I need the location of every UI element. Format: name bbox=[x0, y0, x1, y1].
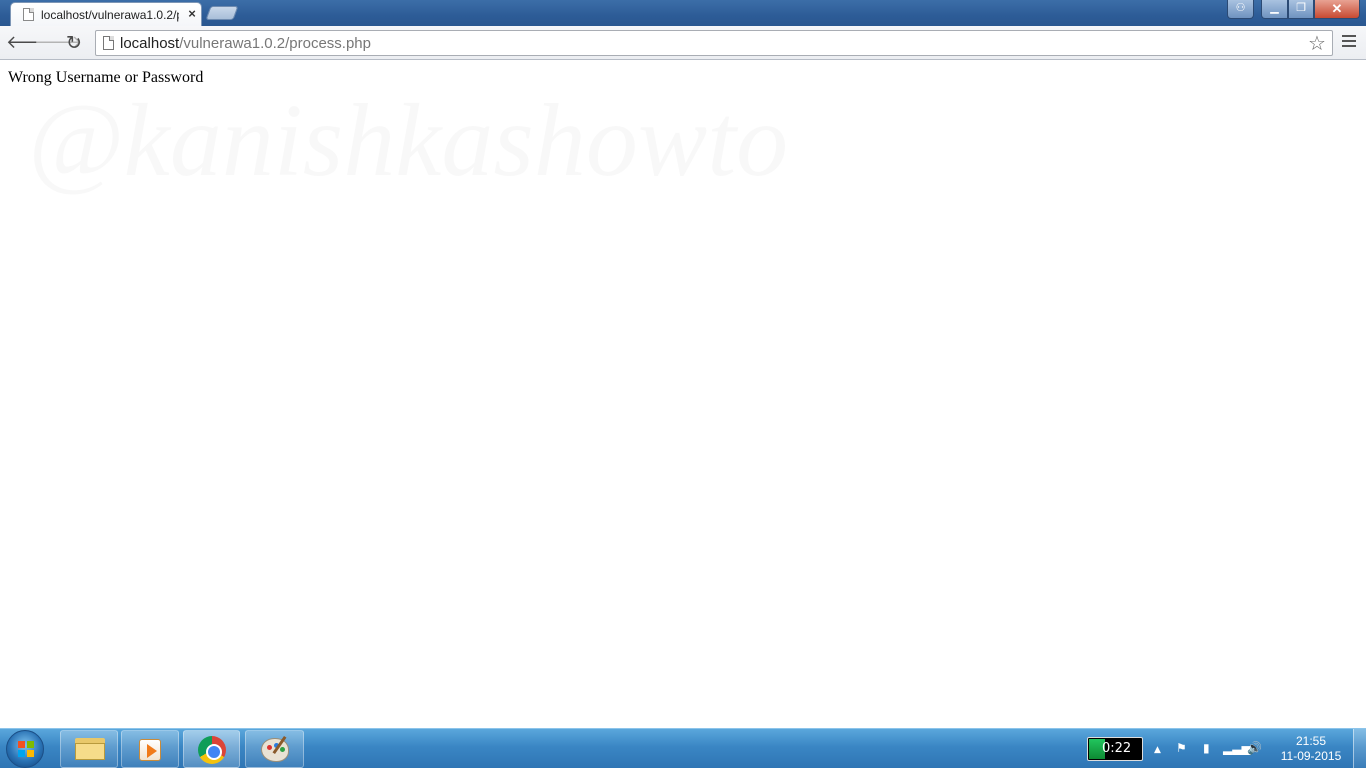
action-center-flag-icon[interactable]: ⚑ bbox=[1176, 740, 1187, 756]
page-info-icon[interactable] bbox=[103, 36, 114, 50]
forward-button[interactable]: 🡒 bbox=[34, 32, 82, 54]
minimize-button[interactable]: ▁ bbox=[1261, 0, 1288, 19]
user-profile-button[interactable]: ⚇ bbox=[1227, 0, 1254, 19]
taskbar-chrome[interactable] bbox=[183, 730, 240, 768]
clock-date: 11-09-2015 bbox=[1280, 749, 1342, 763]
battery-meter[interactable]: 0:22 bbox=[1087, 737, 1143, 761]
maximize-button[interactable]: ❐ bbox=[1288, 0, 1314, 19]
error-message: Wrong Username or Password bbox=[8, 69, 204, 86]
show-hidden-icons-chevron-icon[interactable]: ▲ bbox=[1154, 742, 1161, 758]
page-icon bbox=[23, 8, 34, 21]
taskbar-media-player[interactable] bbox=[121, 730, 179, 768]
chrome-menu-icon[interactable] bbox=[1342, 35, 1356, 49]
browser-toolbar: 🡐 🡒 ↻ localhost/vulnerawa1.0.2/process.p… bbox=[0, 26, 1366, 60]
explorer-icon bbox=[75, 738, 105, 760]
taskbar-explorer[interactable] bbox=[60, 730, 118, 768]
paint-icon bbox=[261, 738, 289, 762]
chrome-icon bbox=[198, 736, 226, 764]
tab-title: localhost/vulnerawa1.0.2/process.php bbox=[41, 8, 179, 22]
volume-icon[interactable]: 🔊 bbox=[1247, 740, 1262, 756]
reload-button[interactable]: ↻ bbox=[63, 32, 85, 54]
windows-taskbar: 0:22 ▲ ⚑ ▮ ▂▃▅ 🔊 21:55 11-09-2015 bbox=[0, 728, 1366, 768]
show-desktop-button[interactable] bbox=[1353, 729, 1366, 768]
clock-time: 21:55 bbox=[1295, 734, 1327, 748]
start-button[interactable] bbox=[6, 730, 44, 768]
battery-meter-text: 0:22 bbox=[1102, 741, 1132, 756]
address-url[interactable]: localhost/vulnerawa1.0.2/process.php bbox=[120, 35, 371, 52]
close-window-button[interactable]: ✕ bbox=[1314, 0, 1360, 19]
url-path: /vulnerawa1.0.2/process.php bbox=[179, 35, 371, 52]
address-bar[interactable]: localhost/vulnerawa1.0.2/process.php ☆ bbox=[95, 30, 1333, 56]
browser-titlebar: localhost/vulnerawa1.0.2/process.php × ⚇… bbox=[0, 0, 1366, 26]
window-controls: ⚇ ▁ ❐ ✕ bbox=[1227, 0, 1360, 19]
url-host: localhost bbox=[120, 35, 180, 52]
system-clock[interactable]: 21:55 11-09-2015 bbox=[1276, 734, 1346, 764]
media-player-icon bbox=[139, 739, 161, 761]
close-icon[interactable]: × bbox=[185, 6, 199, 21]
page-content: @kanishkashowto Wrong Username or Passwo… bbox=[0, 61, 1366, 728]
power-icon[interactable]: ▮ bbox=[1203, 740, 1210, 756]
new-tab-button[interactable] bbox=[205, 6, 239, 20]
bookmark-star-icon[interactable]: ☆ bbox=[1306, 32, 1328, 54]
browser-tab[interactable]: localhost/vulnerawa1.0.2/process.php × bbox=[10, 2, 202, 26]
back-button[interactable]: 🡐 bbox=[6, 32, 54, 54]
page-edge bbox=[1356, 61, 1366, 728]
taskbar-paint[interactable] bbox=[245, 730, 304, 768]
watermark: @kanishkashowto bbox=[28, 81, 788, 200]
